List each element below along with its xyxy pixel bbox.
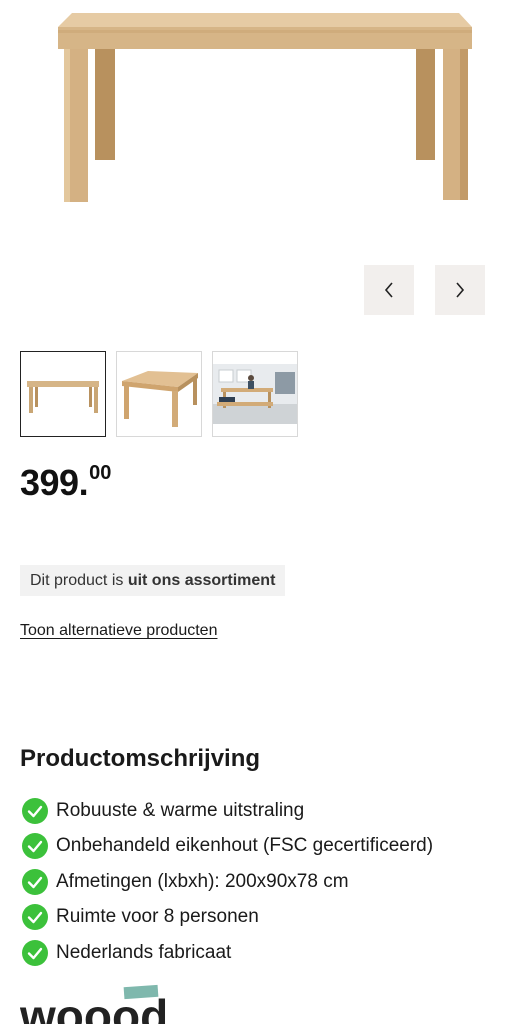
thumbnail-table-room-scene[interactable] <box>212 351 298 437</box>
feature-item: Onbehandeld eikenhout (FSC gecertificeer… <box>22 829 433 865</box>
price-integer: 399. <box>20 462 89 503</box>
thumbnail-table-front[interactable] <box>20 351 106 437</box>
feature-item: Ruimte voor 8 personen <box>22 900 433 936</box>
chevron-left-icon <box>384 282 393 298</box>
alternative-products-link[interactable]: Toon alternatieve producten <box>20 622 217 640</box>
feature-text: Ruimte voor 8 personen <box>56 906 259 928</box>
check-circle-icon <box>22 868 48 895</box>
svg-text:woood: woood <box>20 990 168 1024</box>
description-title: Productomschrijving <box>20 745 261 772</box>
availability-badge: Dit product is uit ons assortiment <box>20 565 286 596</box>
feature-list: Robuuste & warme uitstraling Onbehandeld… <box>22 793 433 971</box>
check-circle-icon <box>22 939 48 966</box>
feature-text: Afmetingen (lxbxh): 200x90x78 cm <box>56 870 349 892</box>
gallery-prev-button[interactable] <box>364 265 414 315</box>
feature-item: Afmetingen (lxbxh): 200x90x78 cm <box>22 864 433 900</box>
thumbnail-table-angle[interactable] <box>116 351 202 437</box>
check-circle-icon <box>22 797 48 824</box>
feature-item: Nederlands fabricaat <box>22 935 433 971</box>
product-price: 399.00 <box>20 462 111 504</box>
check-circle-icon <box>22 833 48 860</box>
check-circle-icon <box>22 904 48 931</box>
price-decimals: 00 <box>89 462 112 484</box>
thumbnail-strip <box>20 351 298 437</box>
chevron-right-icon <box>456 282 465 298</box>
product-main-image[interactable] <box>0 0 521 250</box>
availability-prefix: Dit product is <box>30 572 128 589</box>
gallery-next-button[interactable] <box>435 265 485 315</box>
feature-text: Onbehandeld eikenhout (FSC gecertificeer… <box>56 835 434 857</box>
brand-logo: woood <box>20 984 190 1024</box>
feature-item: Robuuste & warme uitstraling <box>22 793 433 829</box>
availability-status: uit ons assortiment <box>127 572 276 589</box>
feature-text: Robuuste & warme uitstraling <box>56 799 305 821</box>
feature-text: Nederlands fabricaat <box>56 941 232 963</box>
